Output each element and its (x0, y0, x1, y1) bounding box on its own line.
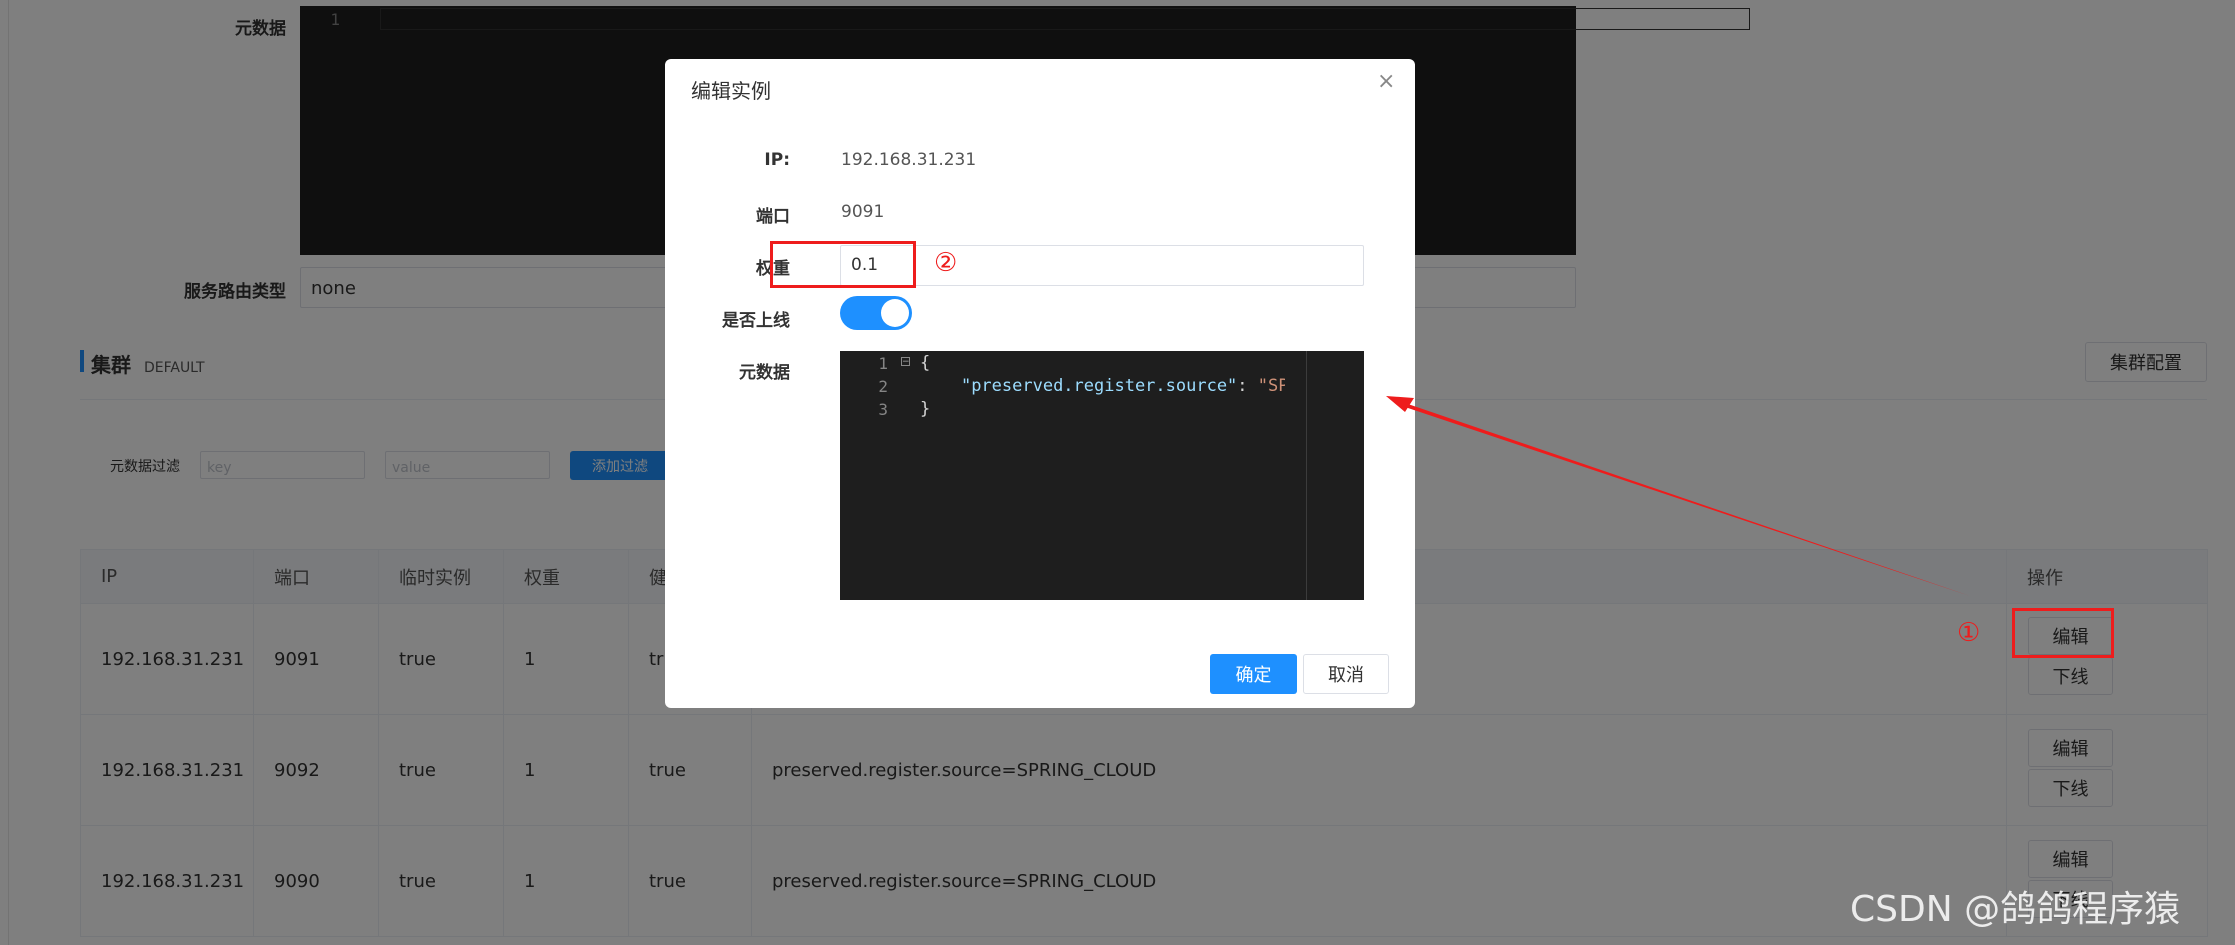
annotation-arrow (1386, 396, 1970, 596)
arrowhead (1386, 396, 1414, 412)
watermark: CSDN @鸽鸽程序猿 (1850, 889, 2181, 930)
arrow-shaft (1399, 403, 1970, 596)
